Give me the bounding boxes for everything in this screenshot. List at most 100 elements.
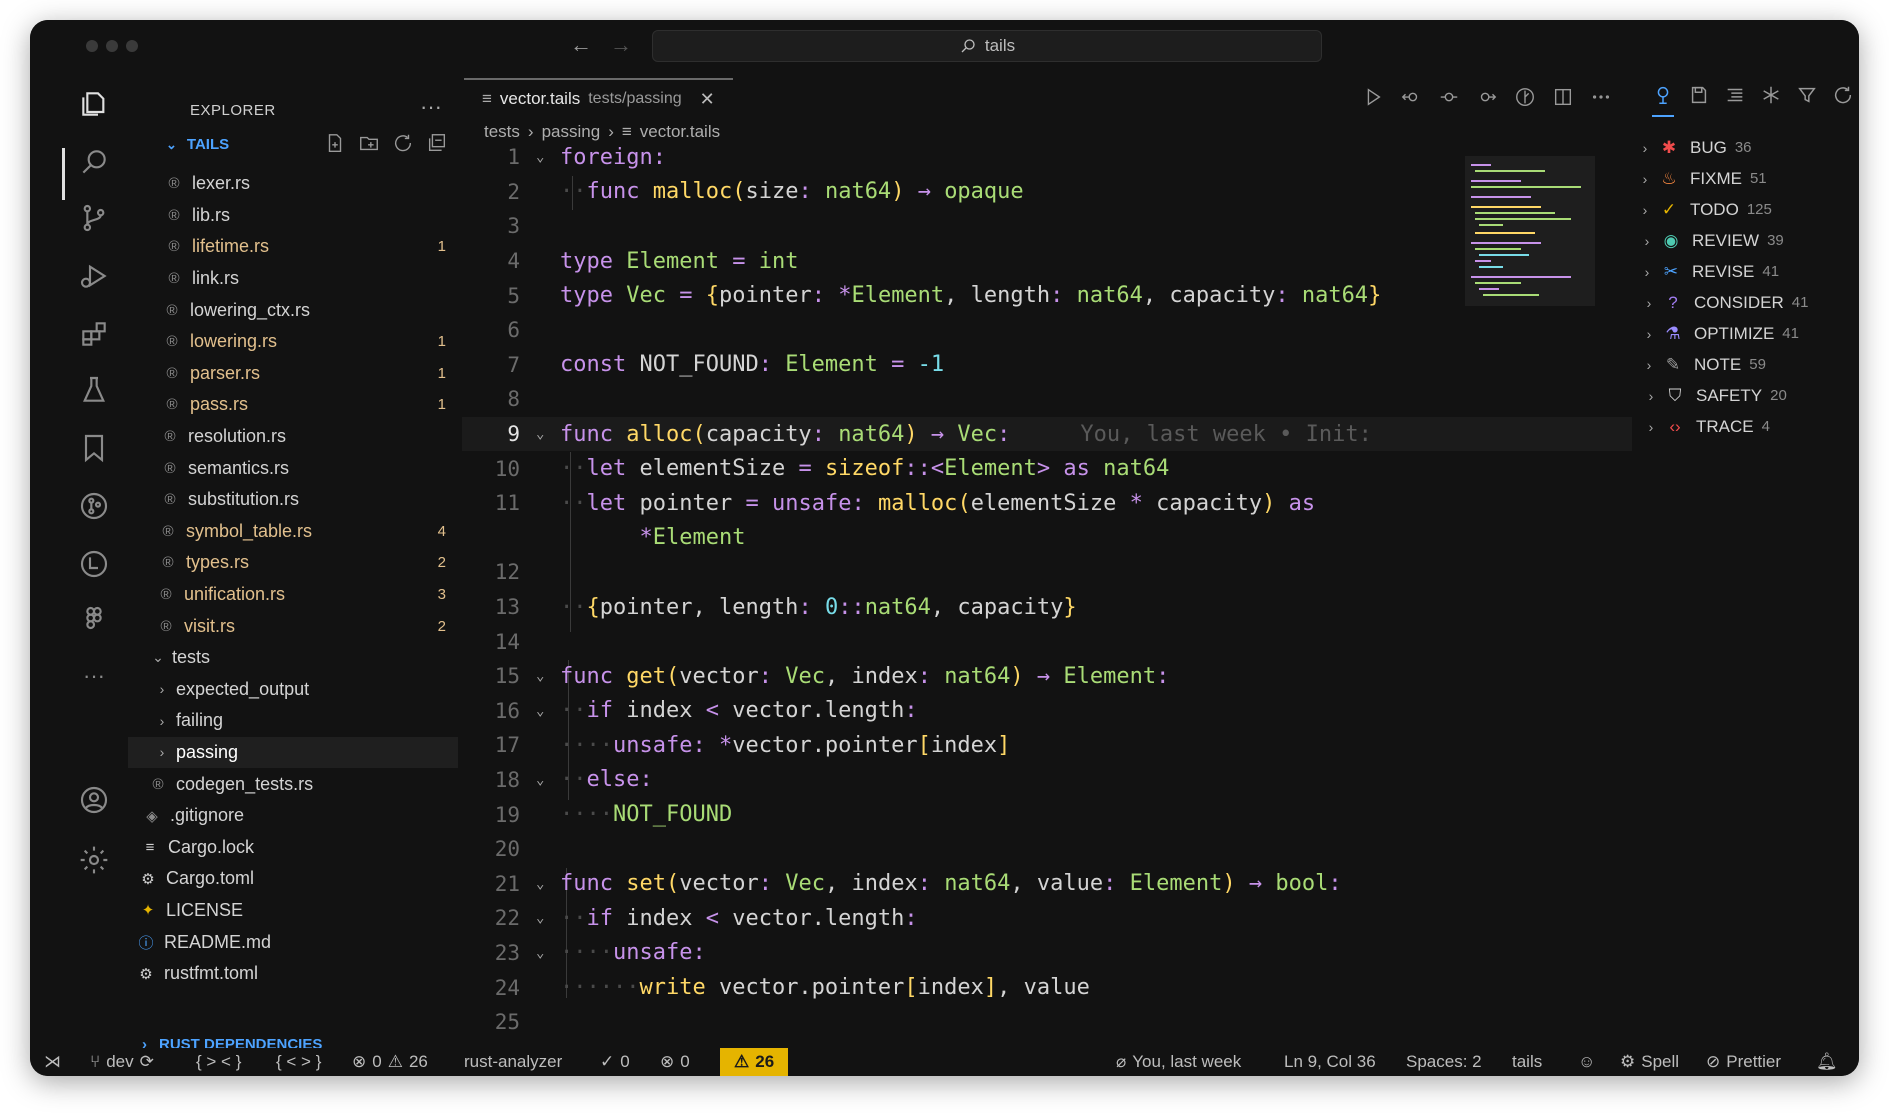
todo-tag-todo[interactable]: › ✓ TODO 125: [1632, 194, 1859, 225]
split-editor-icon[interactable]: [1552, 86, 1574, 108]
close-icon[interactable]: ✕: [700, 89, 715, 110]
file-item[interactable]: ® unification.rs 3: [128, 579, 458, 611]
filter-icon[interactable]: [1796, 84, 1818, 106]
file-item[interactable]: ≡ Cargo.lock: [128, 831, 458, 863]
git-graph-icon[interactable]: [76, 488, 112, 524]
previous-change-icon[interactable]: [1400, 86, 1422, 108]
problems-status[interactable]: ⊗ 0 ⚠ 26: [352, 1048, 428, 1076]
more-views-icon[interactable]: ···: [76, 658, 112, 694]
commit-icon[interactable]: [1438, 86, 1460, 108]
file-item[interactable]: ⚙ Cargo.toml: [128, 863, 458, 895]
file-item[interactable]: ® visit.rs 2: [128, 610, 458, 642]
new-folder-icon[interactable]: [358, 132, 380, 154]
todo-tag-optimize[interactable]: › ⚗ OPTIMIZE 41: [1632, 318, 1859, 349]
file-item[interactable]: ® lexer.rs: [128, 168, 458, 200]
git-lens-icon[interactable]: [1514, 86, 1536, 108]
breadcrumb-item[interactable]: passing: [542, 122, 601, 142]
chevron-right-icon: ›: [1644, 263, 1650, 280]
search-view-icon[interactable]: [76, 144, 112, 180]
file-item[interactable]: ® lifetime.rs 1: [128, 231, 458, 263]
snowflake-icon[interactable]: [1760, 84, 1782, 106]
settings-gear-icon[interactable]: [76, 842, 112, 878]
breadcrumb-item[interactable]: tests: [484, 122, 520, 142]
extensions-icon[interactable]: [76, 316, 112, 352]
file-item[interactable]: ® resolution.rs: [128, 421, 458, 453]
bracket-status-2[interactable]: { < > }: [276, 1048, 321, 1076]
file-item[interactable]: ⚙ rustfmt.toml: [128, 958, 458, 990]
errors-status[interactable]: ⊗ 0: [660, 1048, 690, 1076]
breadcrumb-item[interactable]: vector.tails: [640, 122, 720, 142]
remote-icon[interactable]: ⋊: [44, 1048, 61, 1076]
collapse-all-icon[interactable]: [426, 132, 448, 154]
file-item[interactable]: ® codegen_tests.rs: [128, 768, 458, 800]
command-center-search[interactable]: tails: [652, 30, 1322, 62]
code-editor[interactable]: 1 ⌄ foreign: 2 ··func malloc(size: nat64) →…: [462, 140, 1632, 1039]
blame-status[interactable]: ⌀ You, last week: [1116, 1048, 1241, 1076]
file-item[interactable]: ® pass.rs 1: [128, 389, 458, 421]
problem-count-badge: 1: [437, 238, 446, 256]
figma-icon[interactable]: [76, 602, 112, 638]
copilot-icon[interactable]: ☺: [1578, 1048, 1595, 1076]
file-item[interactable]: ⓘ README.md: [128, 926, 458, 958]
save-icon[interactable]: [1688, 84, 1710, 106]
source-control-icon[interactable]: [76, 200, 112, 236]
folder-item-expected-output[interactable]: › expected_output: [128, 674, 458, 706]
testing-flask-icon[interactable]: [76, 372, 112, 408]
editor-tab-vector-tails[interactable]: ≡ vector.tails tests/passing ✕: [464, 78, 733, 118]
todo-tag-bug[interactable]: › ✱ BUG 36: [1632, 132, 1859, 163]
file-item[interactable]: ◈ .gitignore: [128, 800, 458, 832]
todo-tag-review[interactable]: › ◉ REVIEW 39: [1632, 225, 1859, 256]
todo-tag-safety[interactable]: › ⛉ SAFETY 20: [1632, 380, 1859, 411]
run-icon[interactable]: [1362, 86, 1384, 108]
explorer-icon[interactable]: [76, 86, 112, 122]
file-item[interactable]: ® symbol_table.rs 4: [128, 516, 458, 548]
file-item[interactable]: ® substitution.rs: [128, 484, 458, 516]
branch-status[interactable]: ⑂ dev ⟳: [90, 1048, 154, 1076]
checks-status[interactable]: ✓ 0: [600, 1048, 630, 1076]
file-item[interactable]: ® types.rs 2: [128, 547, 458, 579]
language-mode[interactable]: tails: [1512, 1048, 1542, 1076]
next-change-icon[interactable]: [1476, 86, 1498, 108]
todo-tag-fixme[interactable]: › ♨ FIXME 51: [1632, 163, 1859, 194]
folder-item-tests[interactable]: ⌄ tests: [128, 642, 458, 674]
folder-item-failing[interactable]: › failing: [128, 705, 458, 737]
list-view-icon[interactable]: [1724, 84, 1746, 106]
fold-chevron-icon: ⌄: [536, 149, 545, 166]
refresh-icon[interactable]: [1832, 84, 1854, 106]
prettier-status[interactable]: ⊘ Prettier: [1706, 1048, 1781, 1076]
timeline-icon[interactable]: [76, 546, 112, 582]
file-item[interactable]: ® lowering_ctx.rs: [128, 294, 458, 326]
tree-view-icon[interactable]: [1652, 84, 1674, 117]
window-controls[interactable]: [86, 40, 138, 52]
file-item[interactable]: ® link.rs: [128, 263, 458, 295]
indentation-status[interactable]: Spaces: 2: [1406, 1048, 1482, 1076]
bookmark-icon[interactable]: [76, 430, 112, 466]
file-item[interactable]: ® lowering.rs 1: [128, 326, 458, 358]
new-file-icon[interactable]: [324, 132, 346, 154]
todo-tag-consider[interactable]: ›? CONSIDER 41: [1632, 287, 1859, 318]
refresh-icon[interactable]: [392, 132, 414, 154]
accounts-icon[interactable]: [76, 782, 112, 818]
file-item[interactable]: ® parser.rs 1: [128, 358, 458, 390]
folder-item-passing[interactable]: › passing: [128, 736, 458, 769]
code-line: 8: [507, 387, 520, 412]
forward-arrow-icon[interactable]: →: [610, 32, 632, 58]
warnings-badge[interactable]: ⚠ 26: [720, 1048, 789, 1076]
explorer-more-icon[interactable]: ···: [420, 94, 442, 120]
notifications-bell-icon[interactable]: 🔔︎: [1816, 1048, 1838, 1076]
spell-status[interactable]: ⚙ Spell: [1620, 1048, 1679, 1076]
todo-tag-note[interactable]: › ✎ NOTE 59: [1632, 349, 1859, 380]
file-item[interactable]: ✦ LICENSE: [128, 895, 458, 927]
bracket-status-1[interactable]: { > < }: [196, 1048, 241, 1076]
run-debug-icon[interactable]: [76, 258, 112, 294]
file-item[interactable]: ® semantics.rs: [128, 452, 458, 484]
back-arrow-icon[interactable]: ←: [570, 32, 592, 58]
todo-tag-revise[interactable]: › ✂ REVISE 41: [1632, 256, 1859, 287]
rust-analyzer-status[interactable]: rust-analyzer: [464, 1048, 562, 1076]
todo-tag-trace[interactable]: › ‹› TRACE 4: [1632, 411, 1859, 442]
file-item[interactable]: ® lib.rs: [128, 200, 458, 232]
more-actions-icon[interactable]: [1590, 86, 1612, 108]
workspace-section-header[interactable]: ⌄ TAILS: [166, 136, 229, 153]
chevron-right-icon: ›: [1648, 387, 1654, 404]
cursor-position[interactable]: Ln 9, Col 36: [1284, 1048, 1376, 1076]
